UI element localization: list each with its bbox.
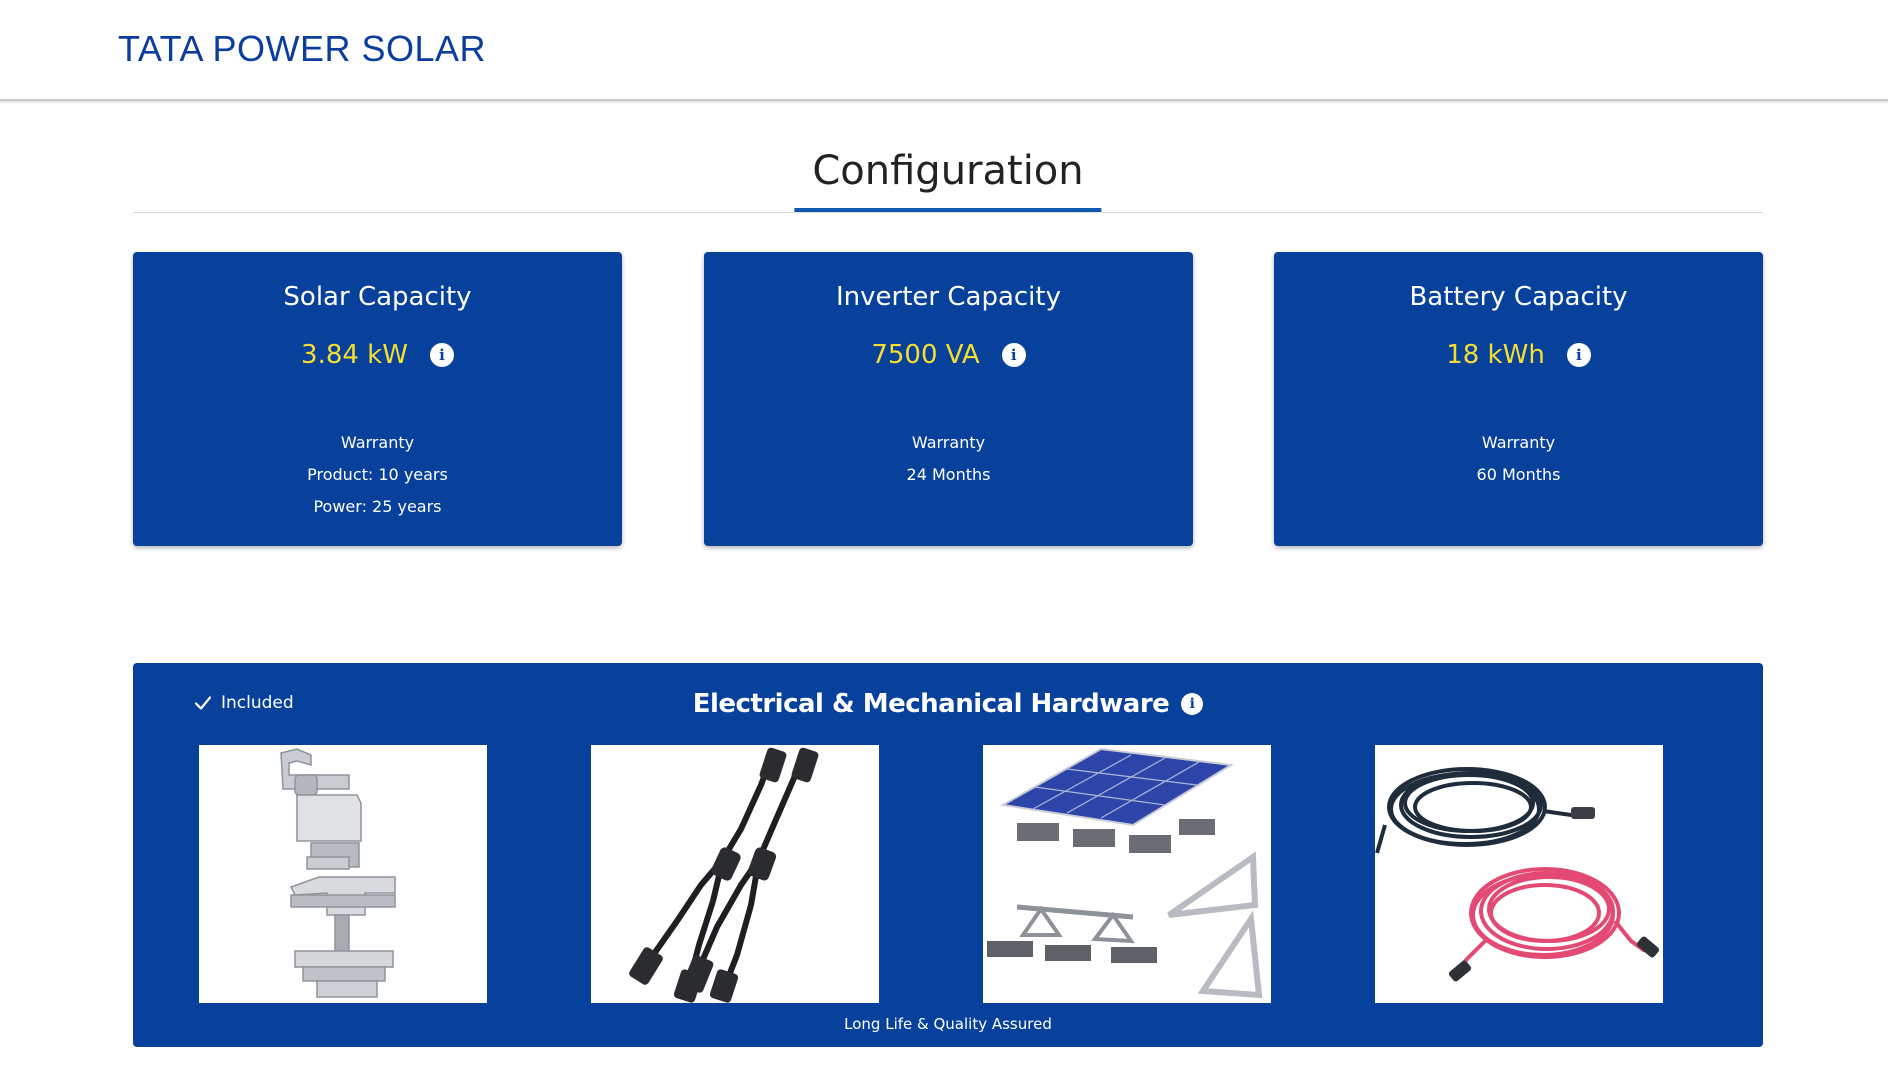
solar-dc-cable-image (1375, 745, 1663, 1003)
hardware-title: Electrical & Mechanical Hardware (692, 689, 1170, 719)
card-warranty: Warranty 24 Months (704, 427, 1193, 491)
battery-capacity-card: Battery Capacity 18 kWh i Warranty 60 Mo… (1274, 252, 1763, 546)
warranty-line: Power: 25 years (313, 497, 442, 516)
info-icon[interactable]: i (1001, 343, 1026, 367)
solar-dc-cable-icon (1375, 767, 1660, 982)
card-value-row: 3.84 kW i (133, 340, 622, 370)
section-heading-container: Configuration (133, 148, 1763, 213)
warranty-line: Product: 10 years (307, 465, 448, 484)
card-value-row: 18 kWh i (1274, 340, 1763, 370)
hardware-footer: Long Life & Quality Assured (844, 1015, 1052, 1033)
mounting-clamp-icon (280, 748, 396, 998)
panel-mounting-structure-icon (987, 747, 1263, 999)
info-icon[interactable]: i (429, 343, 454, 367)
warranty-label: Warranty (340, 433, 415, 452)
card-value: 18 kWh (1446, 340, 1545, 370)
card-warranty: Warranty Product: 10 years Power: 25 yea… (133, 427, 622, 523)
card-title: Solar Capacity (283, 282, 472, 312)
warranty-line: 60 Months (1476, 465, 1561, 484)
warranty-label: Warranty (1481, 433, 1556, 452)
mc4-y-connector-icon (629, 747, 819, 1003)
info-icon[interactable]: i (1566, 343, 1591, 367)
card-title: Inverter Capacity (836, 282, 1061, 312)
solar-capacity-card: Solar Capacity 3.84 kW i Warranty Produc… (133, 252, 622, 546)
card-value: 3.84 kW (301, 340, 408, 370)
info-icon[interactable]: i (1181, 693, 1204, 715)
page-title: Configuration (794, 148, 1102, 212)
inverter-capacity-card: Inverter Capacity 7500 VA i Warranty 24 … (704, 252, 1193, 546)
hardware-title-row: Electrical & Mechanical Hardware i (133, 689, 1763, 719)
panel-mounting-structure-image (983, 745, 1271, 1003)
warranty-line: 24 Months (906, 465, 991, 484)
hardware-section: Included Electrical & Mechanical Hardwar… (133, 663, 1763, 1047)
card-warranty: Warranty 60 Months (1274, 427, 1763, 491)
brand-logo-text[interactable]: TATA POWER SOLAR (118, 28, 486, 70)
mc4-y-connector-image (591, 745, 879, 1003)
mounting-clamp-image (199, 745, 487, 1003)
warranty-label: Warranty (911, 433, 986, 452)
card-title: Battery Capacity (1409, 282, 1628, 312)
card-value: 7500 VA (871, 340, 980, 370)
top-bar: TATA POWER SOLAR (0, 0, 1888, 101)
card-value-row: 7500 VA i (704, 340, 1193, 370)
